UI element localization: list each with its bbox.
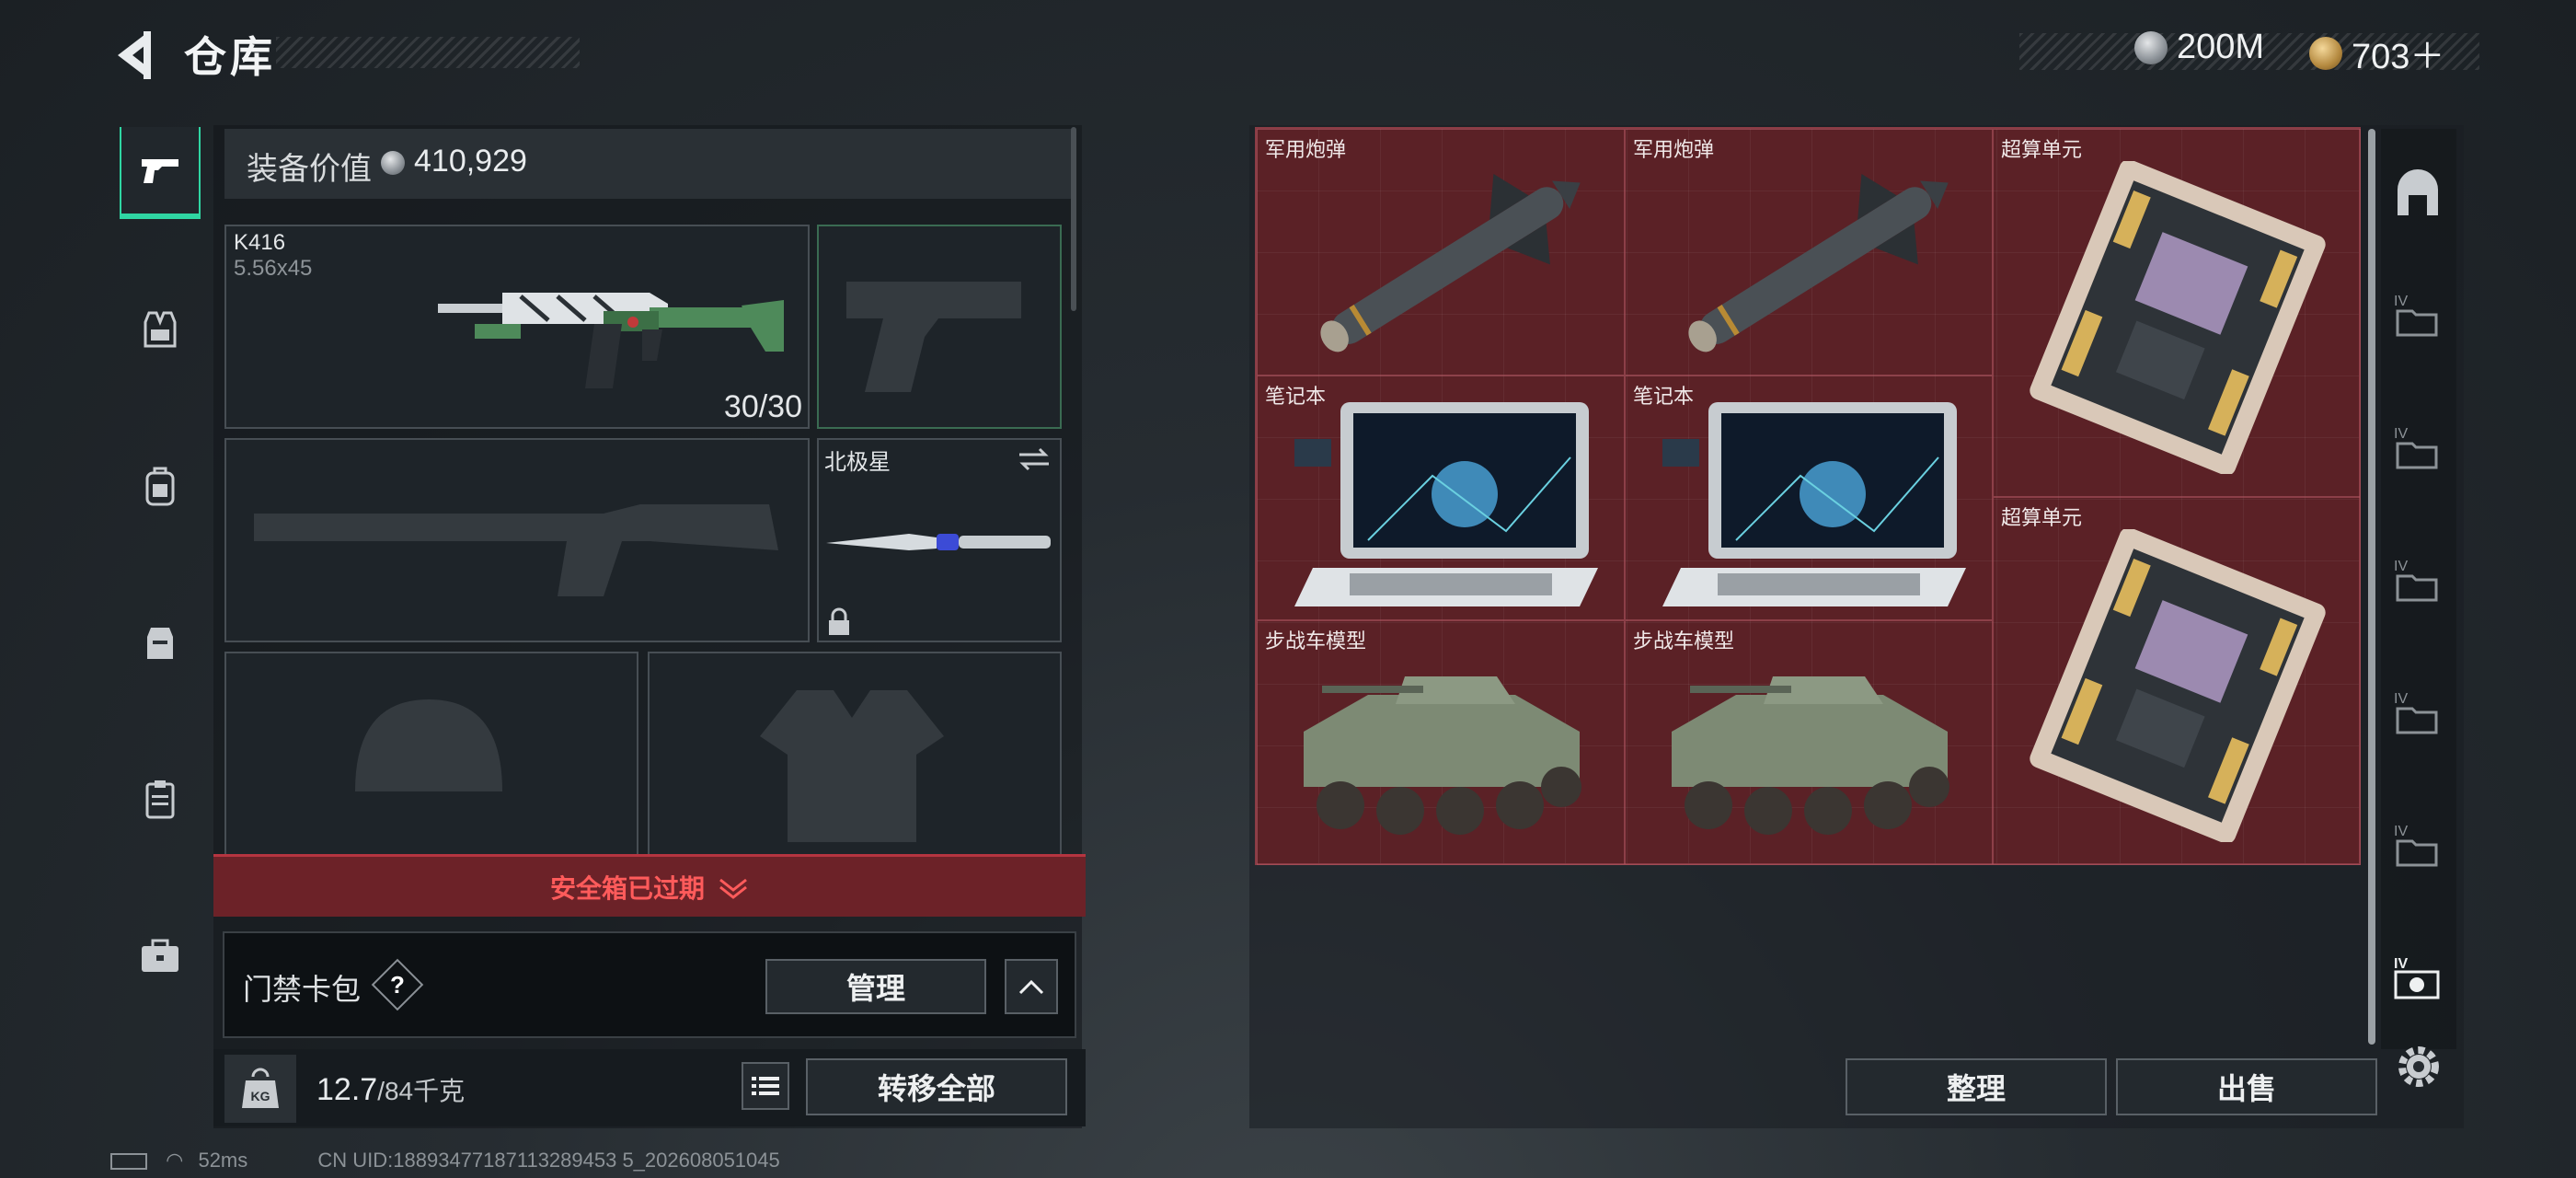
folder-icon[interactable]: IV bbox=[2392, 688, 2444, 740]
ifv-model-icon bbox=[1672, 676, 1949, 835]
k416-rifle-icon bbox=[438, 293, 784, 388]
svg-text:IV: IV bbox=[2394, 956, 2408, 972]
tab-vest[interactable] bbox=[120, 283, 201, 375]
svg-text:IV: IV bbox=[2394, 824, 2408, 839]
tab-chest-rig[interactable] bbox=[120, 596, 201, 688]
tab-backpack[interactable] bbox=[120, 440, 201, 532]
gear-folder-icon[interactable]: IV bbox=[2392, 953, 2444, 1005]
safe-box-expired-banner[interactable]: 安全箱已过期 bbox=[213, 854, 1086, 917]
storage-item[interactable]: 步战车模型 bbox=[1257, 620, 1625, 865]
equipment-value: 410,929 bbox=[414, 144, 527, 179]
storage-scrollbar[interactable] bbox=[2368, 129, 2375, 1045]
card-pack-label: 门禁卡包 bbox=[243, 973, 362, 1006]
gear-icon[interactable] bbox=[2390, 1038, 2447, 1095]
chevron-down-icon bbox=[719, 878, 747, 899]
armor-silhouette-icon bbox=[760, 690, 944, 842]
title-decor bbox=[276, 37, 580, 68]
folder-icon[interactable]: IV bbox=[2392, 423, 2444, 475]
kg-weight-icon: KG bbox=[224, 1055, 296, 1123]
storage-item[interactable]: 超算单元 bbox=[1993, 497, 2361, 865]
safe-box-status: 安全箱已过期 bbox=[549, 873, 705, 903]
gold-coin-icon bbox=[2309, 36, 2342, 70]
back-arrow-icon[interactable] bbox=[109, 26, 167, 85]
storage-item[interactable]: 军用炮弹 bbox=[1257, 129, 1625, 375]
secondary-weapon-slot[interactable] bbox=[224, 438, 810, 642]
supercomputer-unit-icon bbox=[2030, 161, 2326, 474]
list-view-button[interactable] bbox=[742, 1062, 789, 1110]
missile-icon bbox=[1688, 174, 1949, 352]
storage-item[interactable]: 笔记本 bbox=[1257, 375, 1625, 620]
ping: 52ms bbox=[198, 1149, 248, 1172]
status-bar: ◠ 52ms CN UID:18893477187113289453 5_202… bbox=[110, 1149, 780, 1172]
storage-item[interactable]: 军用炮弹 bbox=[1625, 129, 1993, 375]
wifi-icon: ◠ bbox=[166, 1149, 184, 1172]
armor-slot[interactable] bbox=[648, 652, 1062, 856]
tab-briefcase[interactable] bbox=[120, 909, 201, 1001]
pistol-icon bbox=[142, 159, 178, 183]
ammo-count: 30/30 bbox=[723, 389, 802, 424]
helmet-slot[interactable] bbox=[224, 652, 638, 856]
collapse-button[interactable] bbox=[1005, 959, 1058, 1014]
ifv-model-icon bbox=[1304, 676, 1581, 835]
helmet-silhouette-icon bbox=[355, 699, 502, 791]
list-icon bbox=[752, 1077, 779, 1095]
svg-text:IV: IV bbox=[2394, 691, 2408, 707]
silver-currency[interactable]: 200M bbox=[2134, 28, 2264, 67]
page-title: 仓库 bbox=[184, 33, 276, 81]
folder-icon[interactable]: IV bbox=[2392, 556, 2444, 607]
equipment-value-label: 装备价值 bbox=[247, 152, 372, 187]
svg-text:KG: KG bbox=[251, 1089, 270, 1103]
swap-arrows-icon[interactable] bbox=[1018, 445, 1051, 473]
tab-weapons[interactable] bbox=[120, 127, 201, 219]
battery-icon bbox=[110, 1153, 147, 1171]
silver-coin-icon bbox=[2134, 30, 2168, 64]
carry-weight: 12.7/84千克 bbox=[316, 1071, 465, 1108]
primary-weapon-slot[interactable]: K416 5.56x45 30/30 bbox=[224, 225, 810, 429]
manage-button[interactable]: 管理 bbox=[765, 959, 986, 1014]
weight-current: 12.7 bbox=[316, 1072, 378, 1107]
svg-text:IV: IV bbox=[2394, 294, 2408, 309]
user-uid: CN UID:18893477187113289453 5_2026080510… bbox=[317, 1149, 780, 1172]
storage-grid: 军用炮弹 军用炮弹 超算单元 笔记本 笔记本 超算单元 步战车模型 步战车模型 bbox=[1255, 127, 2361, 865]
melee-slot[interactable]: 北极星 bbox=[817, 438, 1062, 642]
storage-item[interactable]: 笔记本 bbox=[1625, 375, 1993, 620]
melee-name: 北极星 bbox=[824, 450, 891, 475]
transfer-all-button[interactable]: 转移全部 bbox=[806, 1058, 1067, 1115]
item-label: 超算单元 bbox=[2001, 506, 2083, 529]
clipboard-icon bbox=[145, 780, 175, 819]
silver-coin-icon bbox=[381, 151, 405, 175]
lock-icon bbox=[829, 607, 849, 635]
storage-item[interactable]: 超算单元 bbox=[1993, 129, 2361, 497]
missile-icon bbox=[1320, 174, 1581, 352]
weapon-name: K416 bbox=[234, 230, 286, 255]
sell-button[interactable]: 出售 bbox=[2116, 1058, 2377, 1115]
weapon-caliber: 5.56x45 bbox=[234, 256, 313, 281]
knife-icon bbox=[826, 534, 1051, 550]
help-icon: ? bbox=[390, 970, 405, 999]
rifle-silhouette-icon bbox=[254, 504, 778, 596]
svg-text:IV: IV bbox=[2394, 559, 2408, 574]
loadout-scrollbar[interactable] bbox=[1071, 127, 1076, 311]
gate-icon[interactable] bbox=[2392, 167, 2444, 219]
equipment-tab-rail bbox=[110, 118, 212, 1093]
item-label: 超算单元 bbox=[2001, 138, 2083, 161]
vest-icon bbox=[144, 311, 177, 348]
chevron-up-icon bbox=[1018, 979, 1044, 995]
pistol-silhouette-icon bbox=[846, 282, 1021, 392]
gold-currency[interactable]: 703＋ bbox=[2309, 28, 2444, 78]
chest-rig-icon bbox=[147, 628, 173, 659]
folder-icon[interactable]: IV bbox=[2392, 821, 2444, 872]
laptop-icon bbox=[1662, 402, 1966, 606]
svg-text:IV: IV bbox=[2394, 426, 2408, 442]
pistol-slot[interactable] bbox=[817, 225, 1062, 429]
backpack-icon bbox=[145, 467, 175, 506]
tab-clipboard[interactable] bbox=[120, 753, 201, 845]
briefcase-icon bbox=[142, 939, 178, 972]
folder-icon[interactable]: IV bbox=[2392, 291, 2444, 342]
sort-button[interactable]: 整理 bbox=[1846, 1058, 2107, 1115]
laptop-icon bbox=[1294, 402, 1598, 606]
supercomputer-unit-icon bbox=[2030, 529, 2326, 842]
storage-item[interactable]: 步战车模型 bbox=[1625, 620, 1993, 865]
weight-max: /84千克 bbox=[377, 1077, 466, 1105]
